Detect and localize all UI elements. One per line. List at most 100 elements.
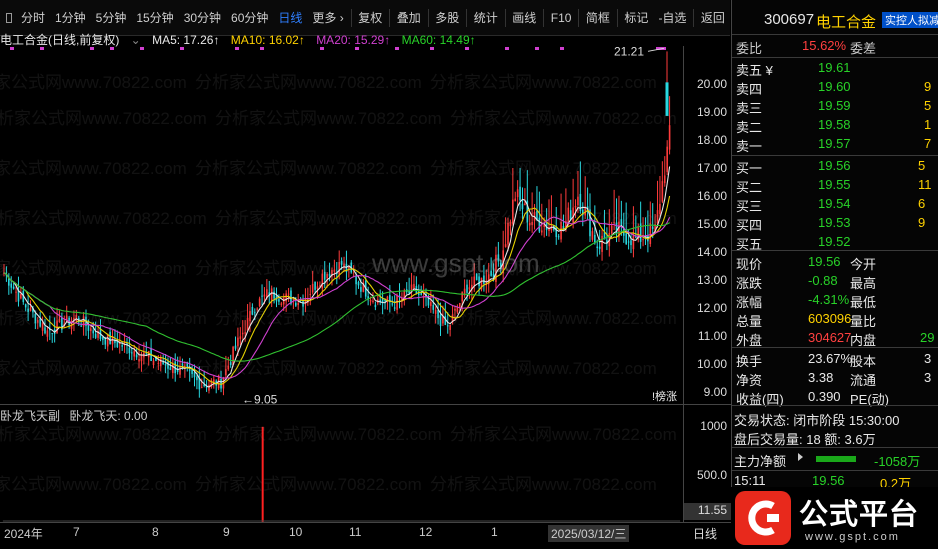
candle-body — [138, 359, 140, 362]
candle-body — [263, 294, 266, 297]
candle-body — [338, 261, 341, 275]
brand-name: 公式平台 — [799, 499, 920, 531]
candle-body — [326, 273, 328, 279]
candle-body — [140, 355, 143, 362]
tab-timeshare[interactable]: 分时 — [16, 8, 50, 28]
net-flow-row: 主力净额 -1058万 — [732, 450, 938, 470]
stats-button[interactable]: 统计 — [469, 8, 503, 28]
candle-body — [557, 236, 560, 238]
tick-time: 15:11 — [734, 473, 766, 488]
tab-daily[interactable]: 日线 — [273, 8, 307, 28]
stat-label: 现价 — [736, 257, 763, 272]
candle-body — [273, 291, 275, 299]
after-hours-text: 盘后交易量: 18 额: 3.6万 — [734, 432, 876, 447]
stat-label: 换手 — [736, 354, 763, 369]
candle-body — [145, 353, 148, 355]
stat-value: 603096 — [808, 311, 852, 326]
mark-button[interactable]: 标记 — [619, 8, 653, 28]
stat-value: 19.56 — [808, 254, 841, 269]
candle-body — [294, 302, 297, 306]
stat-row: 涨跌 -0.88 最高 — [732, 272, 938, 292]
tab-5min[interactable]: 5分钟 — [91, 8, 132, 28]
candlestick-chart[interactable]: 21.21 ←9.05 !榜涨 — [0, 46, 690, 404]
cursor-value-badge: 11.55 — [684, 503, 731, 520]
tab-1min[interactable]: 1分钟 — [50, 8, 91, 28]
candle-body — [181, 363, 184, 366]
trade-state-text: 交易状态: 闭市阶段 15:30:00 — [734, 413, 900, 428]
f10-button[interactable]: F10 — [546, 8, 577, 28]
tab-30min[interactable]: 30分钟 — [179, 8, 226, 28]
ask-price: 19.59 — [818, 98, 851, 113]
candle-body — [666, 146, 668, 172]
candle-body — [167, 361, 169, 369]
stat-row: 涨幅 -4.31% 最低 — [732, 291, 938, 311]
candle-body — [630, 240, 632, 246]
candle-body — [36, 320, 39, 323]
tab-15min[interactable]: 15分钟 — [131, 8, 178, 28]
candle-body — [427, 297, 430, 306]
candle-body — [516, 189, 519, 198]
candle-body — [152, 360, 155, 366]
play-icon[interactable] — [798, 453, 806, 461]
candle-body — [80, 325, 82, 327]
back-button[interactable]: 返回 — [696, 8, 730, 28]
tab-60min[interactable]: 60分钟 — [226, 8, 273, 28]
stat-value: 3 — [924, 370, 932, 385]
weibi-row: 委比 15.62% 委差 — [732, 37, 938, 57]
candle-body — [439, 314, 442, 327]
bid-label: 买三 — [736, 199, 763, 214]
bid-price: 19.53 — [818, 215, 851, 230]
candle-body — [172, 363, 174, 374]
draw-line-button[interactable]: 画线 — [507, 8, 541, 28]
candle-body — [531, 221, 533, 225]
tab-more[interactable]: 更多 › — [307, 8, 348, 28]
candle-body — [528, 222, 531, 226]
net-flow-label: 主力净额 — [734, 454, 787, 469]
candle-body — [20, 294, 22, 299]
collapse-icon[interactable]: ⌄ — [131, 33, 141, 47]
trade-state: 交易状态: 闭市阶段 15:30:00 — [732, 409, 938, 429]
signal-marker — [110, 47, 114, 50]
remove-watchlist-button[interactable]: -自选 — [653, 8, 691, 28]
bid-price: 19.56 — [818, 158, 851, 173]
candle-body — [519, 186, 521, 201]
candle-body — [360, 287, 362, 292]
low-annotation: ←9.05 — [242, 392, 278, 404]
price-axis-label: 17.00 — [696, 161, 727, 176]
candle-body — [454, 308, 456, 311]
signal-marker — [430, 47, 434, 50]
candle-body — [90, 328, 92, 332]
ask-price: 19.58 — [818, 117, 851, 132]
stat-label: 净资 — [736, 373, 763, 388]
overlay-button[interactable]: 叠加 — [392, 8, 426, 28]
grid-icon[interactable] — [6, 12, 12, 23]
candle-body — [574, 206, 577, 208]
signal-marker — [10, 47, 14, 50]
period-label[interactable]: 日线 — [693, 525, 717, 542]
weibi-value: 15.62% — [802, 38, 847, 53]
candle-body — [179, 365, 181, 375]
multi-stock-button[interactable]: 多股 — [430, 8, 464, 28]
candle-body — [106, 333, 109, 347]
alert-badge[interactable]: 实控人拟减 — [882, 12, 938, 28]
candle-body — [58, 318, 61, 323]
weicha-label: 委差 — [850, 41, 877, 56]
candle-body — [357, 282, 360, 286]
price-axis-label: 19.00 — [696, 105, 727, 120]
bid-volume: 9 — [918, 215, 926, 230]
adjust-button[interactable]: 复权 — [353, 8, 387, 28]
candle-body — [596, 246, 599, 249]
candle-body — [41, 323, 44, 331]
candle-body — [601, 235, 603, 252]
candle-body — [287, 293, 290, 295]
candle-body — [8, 278, 10, 286]
candle-body — [131, 352, 133, 354]
candle-body — [323, 271, 326, 280]
candle-body — [333, 269, 336, 272]
simple-frame-button[interactable]: 简框 — [581, 8, 615, 28]
candle-body — [121, 345, 123, 347]
bid-label: 买二 — [736, 180, 763, 195]
indicator-axis-label: 500.0 — [696, 468, 727, 482]
ma60-label: MA60: 14.49↑ — [401, 33, 476, 47]
stat-label: 股本 — [850, 354, 877, 369]
